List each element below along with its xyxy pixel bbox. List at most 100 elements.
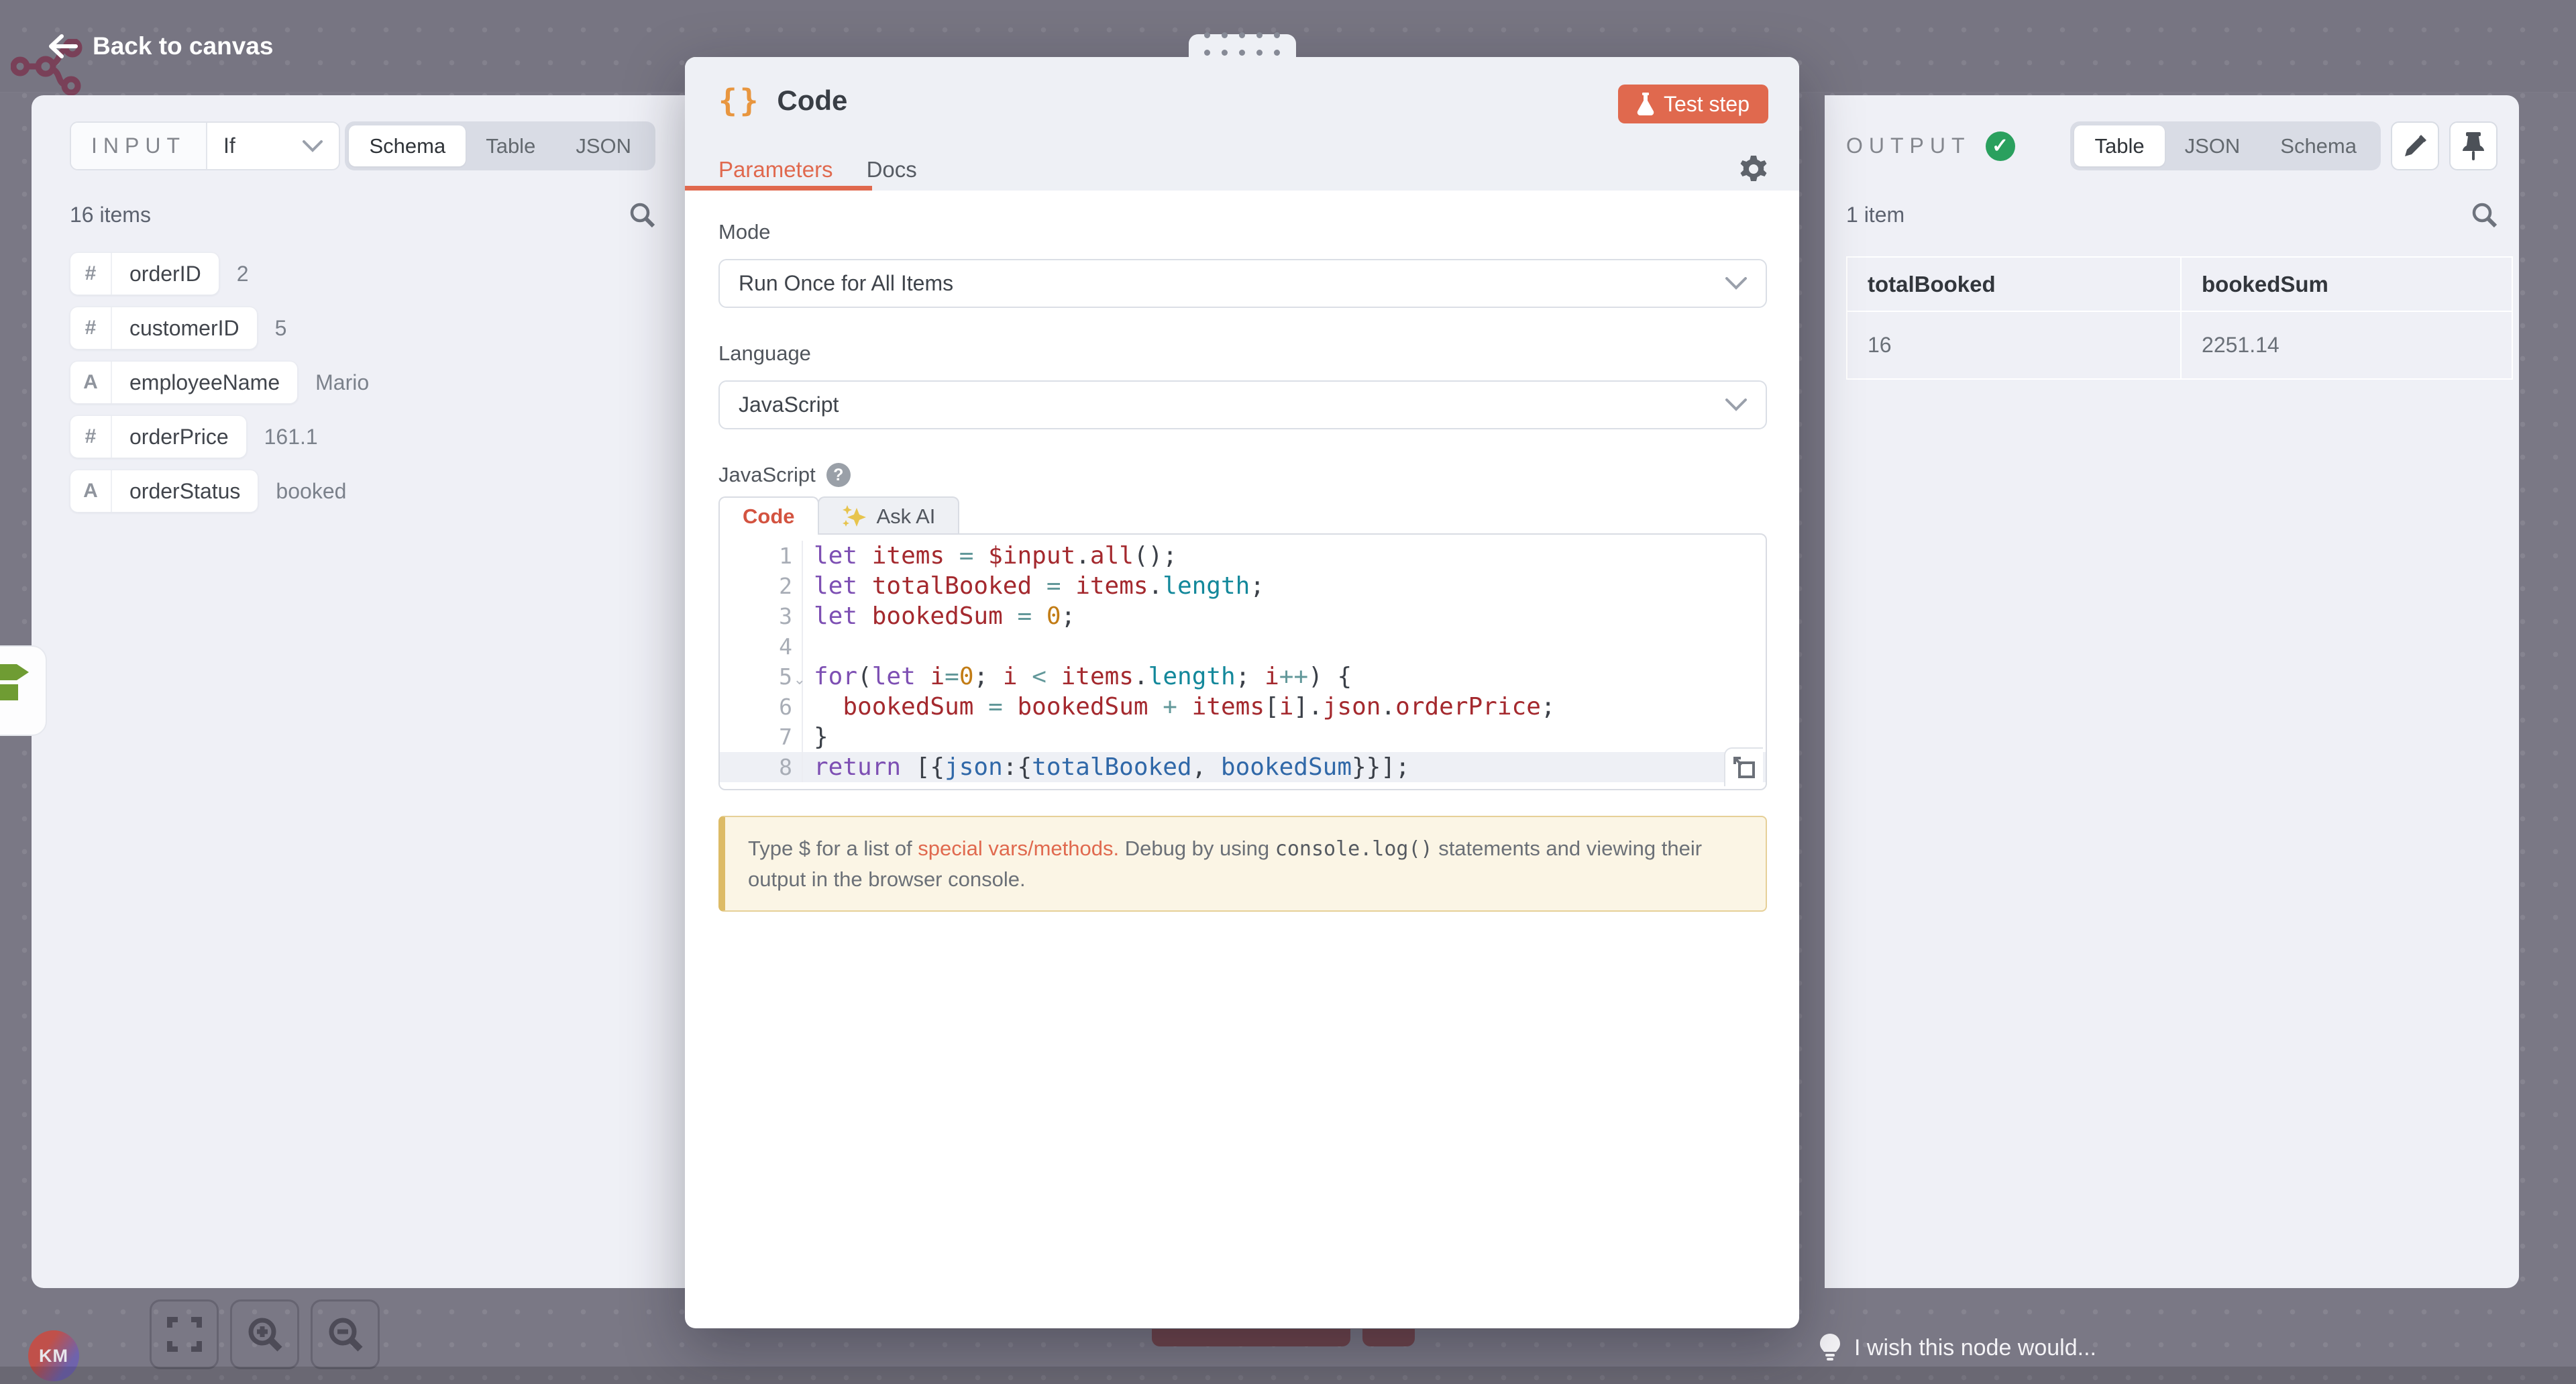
- mode-label: Mode: [718, 220, 1767, 244]
- output-tab-schema[interactable]: Schema: [2260, 125, 2377, 166]
- editor-tab-code-label: Code: [743, 504, 795, 529]
- code-line-1: 1let items = $input.all();: [720, 541, 1766, 571]
- input-items-count: 16 items: [70, 203, 151, 227]
- line-number: 8: [720, 752, 803, 782]
- chevron-down-icon: [1725, 398, 1747, 411]
- schema-field-pill-employeeName[interactable]: AemployeeName: [70, 361, 298, 404]
- flask-icon: [1637, 93, 1654, 115]
- field-type-icon: #: [70, 416, 112, 458]
- editor-tabs: Code Ask AI: [718, 496, 1767, 535]
- back-to-canvas-button[interactable]: Back to canvas: [48, 32, 273, 60]
- schema-field-pill-customerID[interactable]: #customerID: [70, 307, 258, 350]
- test-step-label: Test step: [1664, 92, 1750, 117]
- zoom-out-button[interactable]: [311, 1299, 380, 1369]
- schema-field-row: #customerID5: [70, 307, 655, 350]
- output-cell: 16: [1847, 311, 2181, 379]
- test-step-button[interactable]: Test step: [1618, 85, 1768, 123]
- schema-field-pill-orderStatus[interactable]: AorderStatus: [70, 470, 258, 513]
- fold-toggle-icon[interactable]: ⌄: [794, 671, 806, 688]
- code-text: }: [803, 723, 828, 751]
- field-value: Mario: [315, 370, 369, 395]
- code-text: let items = $input.all();: [803, 542, 1177, 570]
- line-number: 7: [720, 722, 803, 752]
- arrow-left-icon: [48, 34, 78, 58]
- fit-view-button[interactable]: [150, 1299, 219, 1369]
- special-vars-link[interactable]: special vars/methods.: [918, 837, 1119, 860]
- mode-select-value: Run Once for All Items: [739, 271, 953, 296]
- node-feedback-button[interactable]: I wish this node would...: [1819, 1334, 2096, 1362]
- code-section-label: JavaScript: [718, 463, 816, 487]
- input-tab-json[interactable]: JSON: [555, 125, 651, 166]
- code-line-5: 5⌄for(let i=0; i < items.length; i++) {: [720, 661, 1766, 692]
- drag-dots-icon: [1204, 32, 1280, 56]
- line-number: 2: [720, 571, 803, 601]
- output-column-header: totalBooked: [1847, 257, 2181, 311]
- output-table: totalBookedbookedSum 162251.14: [1846, 256, 2513, 380]
- output-items-count: 1 item: [1846, 203, 1904, 227]
- field-type-icon: A: [70, 362, 112, 403]
- output-column-header: bookedSum: [2181, 257, 2512, 311]
- editor-tab-ask-ai-label: Ask AI: [877, 504, 936, 529]
- parameters-panel: Mode Run Once for All Items Language Jav…: [685, 191, 1799, 912]
- mode-select[interactable]: Run Once for All Items: [718, 259, 1767, 308]
- field-name: employeeName: [112, 362, 297, 403]
- hint-text: Debug by using: [1119, 837, 1275, 860]
- expand-editor-button[interactable]: [1724, 747, 1763, 786]
- input-panel: INPUT If Schema Table JSON 16 items #ord…: [32, 95, 685, 1288]
- node-title: Code: [777, 85, 847, 117]
- code-text: for(let i=0; i < items.length; i++) {: [803, 663, 1352, 690]
- sparkles-icon: [842, 504, 867, 529]
- node-settings-gear-icon[interactable]: [1739, 154, 1768, 184]
- active-tab-underline: [685, 186, 872, 191]
- code-line-4: 4: [720, 631, 1766, 661]
- modal-tabs: Parameters Docs: [685, 149, 1799, 191]
- editor-tab-code[interactable]: Code: [718, 496, 819, 535]
- code-line-3: 3let bookedSum = 0;: [720, 601, 1766, 631]
- pin-data-button[interactable]: [2449, 121, 2498, 170]
- code-text: let bookedSum = 0;: [803, 602, 1075, 630]
- tab-docs[interactable]: Docs: [867, 157, 917, 182]
- editor-tab-ask-ai[interactable]: Ask AI: [818, 496, 960, 535]
- output-cell: 2251.14: [2181, 311, 2512, 379]
- output-table-row: 162251.14: [1847, 311, 2512, 379]
- field-name: orderPrice: [112, 416, 246, 458]
- input-tab-table[interactable]: Table: [466, 125, 555, 166]
- input-search-icon[interactable]: [629, 201, 655, 228]
- chevron-down-icon: [1725, 277, 1747, 290]
- code-line-8: 8return [{json:{totalBooked, bookedSum}}…: [720, 752, 1766, 782]
- output-tab-table[interactable]: Table: [2074, 125, 2164, 166]
- success-check-icon: ✓: [1986, 131, 2015, 161]
- output-search-icon[interactable]: [2471, 201, 2498, 228]
- hint-text: Type $ for a list of: [748, 837, 918, 860]
- input-tab-schema[interactable]: Schema: [349, 125, 466, 166]
- language-select[interactable]: JavaScript: [718, 380, 1767, 429]
- editor-hint-box: Type $ for a list of special vars/method…: [718, 816, 1767, 912]
- canvas-bottom-strip: [0, 1367, 2576, 1384]
- node-feedback-label: I wish this node would...: [1854, 1335, 2096, 1361]
- field-type-icon: A: [70, 470, 112, 512]
- output-view-tabs: Table JSON Schema: [2070, 121, 2381, 170]
- tab-parameters[interactable]: Parameters: [718, 157, 833, 182]
- code-node-icon: {}: [718, 83, 761, 119]
- if-node-icon: [0, 659, 37, 723]
- help-icon[interactable]: ?: [826, 463, 851, 487]
- schema-field-pill-orderPrice[interactable]: #orderPrice: [70, 415, 247, 458]
- field-type-icon: #: [70, 307, 112, 349]
- floating-input-node-if[interactable]: [0, 645, 47, 736]
- edit-output-button[interactable]: [2391, 121, 2439, 170]
- n8n-ndv-screen: KM I wish this node would... Back to can…: [0, 0, 2576, 1384]
- zoom-in-icon: [246, 1316, 284, 1353]
- line-number: 5⌄: [720, 661, 803, 692]
- code-editor[interactable]: 1let items = $input.all();2let totalBook…: [718, 533, 1767, 790]
- schema-field-row: #orderID2: [70, 252, 655, 295]
- expand-icon: [1733, 756, 1756, 779]
- input-node-select[interactable]: If: [207, 123, 339, 169]
- pin-icon: [2462, 132, 2485, 160]
- output-tab-json[interactable]: JSON: [2165, 125, 2261, 166]
- back-to-canvas-label: Back to canvas: [93, 32, 273, 60]
- code-line-6: 6 bookedSum = bookedSum + items[i].json.…: [720, 692, 1766, 722]
- code-line-7: 7}: [720, 722, 1766, 752]
- input-schema-list: #orderID2 #customerID5 AemployeeName Mario #…: [70, 252, 655, 513]
- schema-field-pill-orderID[interactable]: #orderID: [70, 252, 219, 295]
- zoom-in-button[interactable]: [230, 1299, 299, 1369]
